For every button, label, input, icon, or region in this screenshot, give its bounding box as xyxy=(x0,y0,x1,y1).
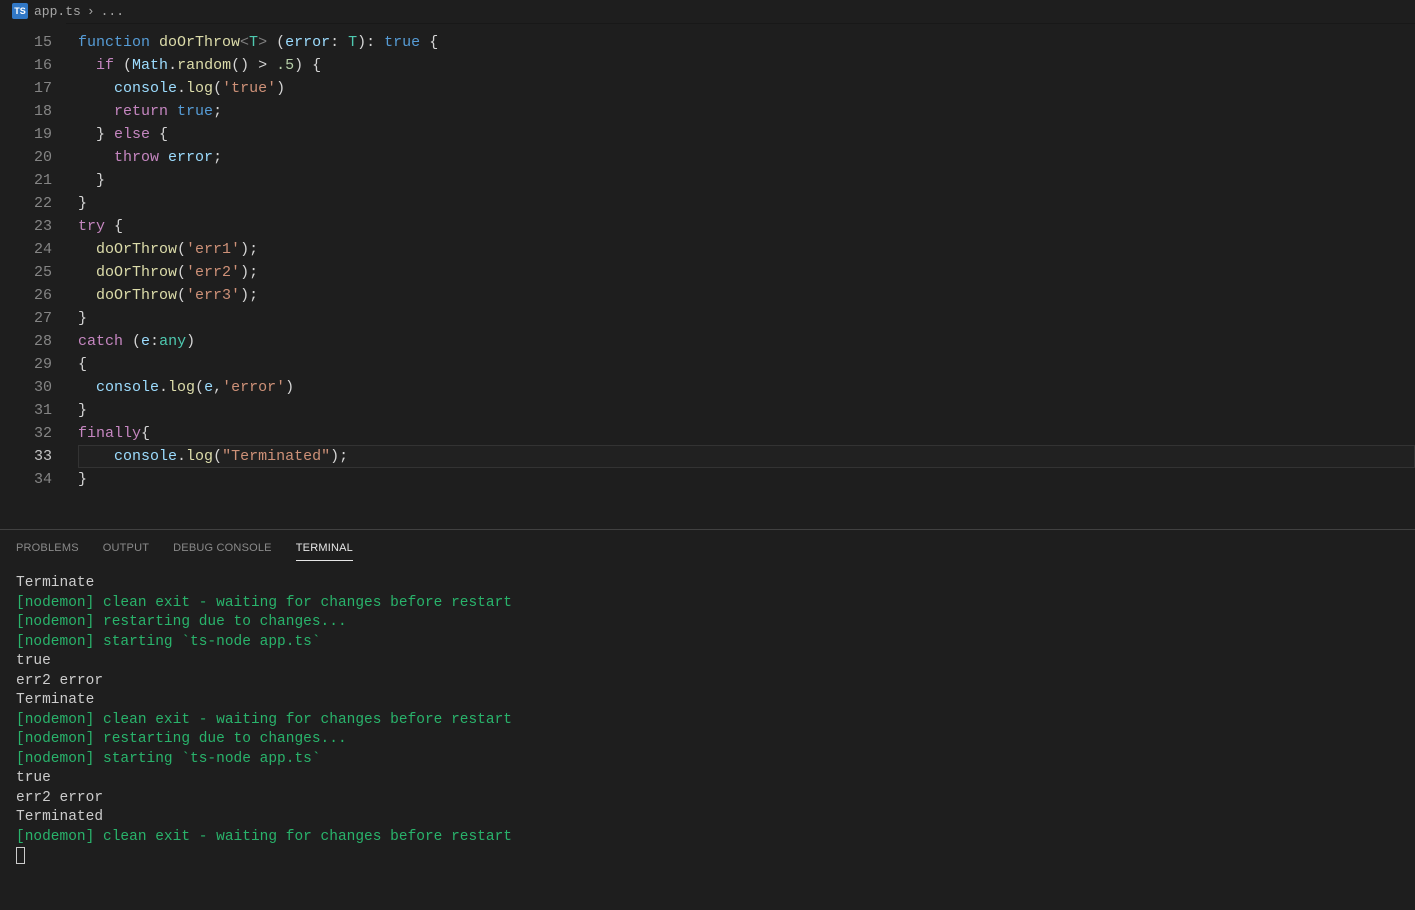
code-line[interactable]: doOrThrow('err3'); xyxy=(78,284,1415,307)
code-line[interactable]: catch (e:any) xyxy=(78,330,1415,353)
code-line[interactable]: try { xyxy=(78,215,1415,238)
line-number: 17 xyxy=(0,77,52,100)
terminal-output[interactable]: Terminate[nodemon] clean exit - waiting … xyxy=(0,566,1415,910)
code-line[interactable]: console.log("Terminated"); xyxy=(78,445,1415,468)
chevron-right-icon: › xyxy=(87,4,95,19)
terminal-line: [nodemon] clean exit - waiting for chang… xyxy=(16,711,1399,731)
code-line[interactable]: } xyxy=(78,468,1415,491)
line-number: 31 xyxy=(0,399,52,422)
line-number: 32 xyxy=(0,422,52,445)
code-editor[interactable]: 1516171819202122232425262728293031323334… xyxy=(0,23,1415,529)
panel-tabs: PROBLEMS OUTPUT DEBUG CONSOLE TERMINAL xyxy=(0,530,1415,566)
terminal-line: true xyxy=(16,652,1399,672)
terminal-line: Terminate xyxy=(16,574,1399,594)
code-line[interactable]: console.log('true') xyxy=(78,77,1415,100)
code-line[interactable]: if (Math.random() > .5) { xyxy=(78,54,1415,77)
line-number: 20 xyxy=(0,146,52,169)
terminal-line: [nodemon] starting `ts-node app.ts` xyxy=(16,750,1399,770)
code-line[interactable]: { xyxy=(78,353,1415,376)
line-number: 18 xyxy=(0,100,52,123)
app-root: TS app.ts › ... 151617181920212223242526… xyxy=(0,0,1415,910)
line-number-gutter: 1516171819202122232425262728293031323334 xyxy=(0,23,66,529)
line-number: 24 xyxy=(0,238,52,261)
line-number: 23 xyxy=(0,215,52,238)
breadcrumb-file[interactable]: app.ts xyxy=(34,4,81,19)
code-line[interactable]: } xyxy=(78,399,1415,422)
terminal-line: err2 error xyxy=(16,672,1399,692)
code-line[interactable]: } else { xyxy=(78,123,1415,146)
breadcrumb-tail[interactable]: ... xyxy=(101,4,124,19)
tab-output[interactable]: OUTPUT xyxy=(103,534,149,561)
line-number: 16 xyxy=(0,54,52,77)
code-line[interactable]: console.log(e,'error') xyxy=(78,376,1415,399)
terminal-cursor xyxy=(16,847,1399,867)
breadcrumb[interactable]: TS app.ts › ... xyxy=(0,0,1415,23)
terminal-line: Terminated xyxy=(16,808,1399,828)
code-area[interactable]: function doOrThrow<T> (error: T): true {… xyxy=(66,23,1415,529)
line-number: 30 xyxy=(0,376,52,399)
line-number: 15 xyxy=(0,31,52,54)
line-number: 29 xyxy=(0,353,52,376)
code-line[interactable]: throw error; xyxy=(78,146,1415,169)
terminal-line: [nodemon] restarting due to changes... xyxy=(16,613,1399,633)
tab-debug-console[interactable]: DEBUG CONSOLE xyxy=(173,534,272,561)
code-line[interactable]: } xyxy=(78,192,1415,215)
terminal-line: err2 error xyxy=(16,789,1399,809)
line-number: 27 xyxy=(0,307,52,330)
code-line[interactable]: function doOrThrow<T> (error: T): true { xyxy=(78,31,1415,54)
line-number: 21 xyxy=(0,169,52,192)
code-line[interactable]: doOrThrow('err2'); xyxy=(78,261,1415,284)
terminal-line: [nodemon] starting `ts-node app.ts` xyxy=(16,633,1399,653)
ts-file-icon: TS xyxy=(12,3,28,19)
line-number: 22 xyxy=(0,192,52,215)
terminal-line: Terminate xyxy=(16,691,1399,711)
line-number: 34 xyxy=(0,468,52,491)
bottom-panel: PROBLEMS OUTPUT DEBUG CONSOLE TERMINAL T… xyxy=(0,529,1415,910)
tab-terminal[interactable]: TERMINAL xyxy=(296,534,353,561)
line-number: 33 xyxy=(0,445,52,468)
code-line[interactable]: return true; xyxy=(78,100,1415,123)
terminal-line: [nodemon] clean exit - waiting for chang… xyxy=(16,828,1399,848)
terminal-line: [nodemon] clean exit - waiting for chang… xyxy=(16,594,1399,614)
line-number: 19 xyxy=(0,123,52,146)
line-number: 26 xyxy=(0,284,52,307)
code-line[interactable]: doOrThrow('err1'); xyxy=(78,238,1415,261)
code-line[interactable]: } xyxy=(78,307,1415,330)
line-number: 28 xyxy=(0,330,52,353)
line-number: 25 xyxy=(0,261,52,284)
terminal-line: [nodemon] restarting due to changes... xyxy=(16,730,1399,750)
tab-problems[interactable]: PROBLEMS xyxy=(16,534,79,561)
terminal-line: true xyxy=(16,769,1399,789)
code-line[interactable]: } xyxy=(78,169,1415,192)
code-line[interactable]: finally{ xyxy=(78,422,1415,445)
